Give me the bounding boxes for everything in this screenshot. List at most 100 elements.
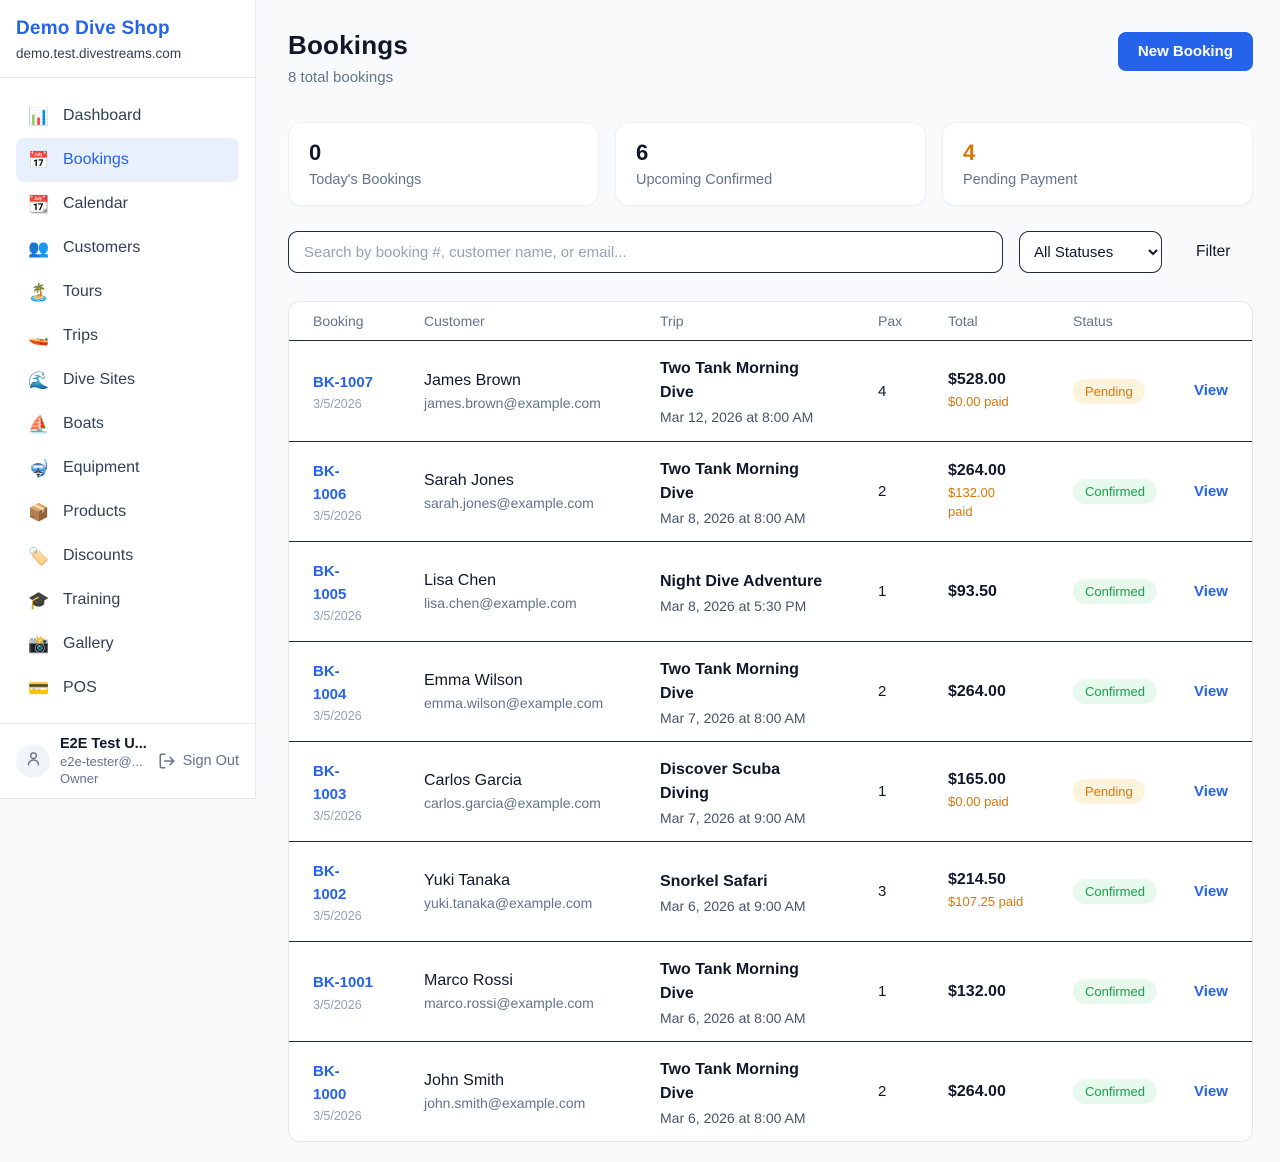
view-link[interactable]: View [1194, 683, 1228, 700]
view-link[interactable]: View [1194, 1083, 1228, 1100]
stat-value: 4 [963, 140, 1232, 166]
trip-name: Two Tank Morning Dive [660, 458, 866, 506]
user-info: E2E Test U... e2e-tester@... Owner [60, 736, 148, 786]
stat-card-todays-bookings: 0 Today's Bookings [288, 122, 599, 206]
total-amount: $264.00 [948, 462, 1065, 480]
sidebar-item-label: Customers [63, 239, 140, 257]
sidebar-item-tours[interactable]: 🏝️ Tours [16, 270, 239, 314]
speedboat-icon: 🚤 [28, 328, 50, 345]
sidebar-item-customers[interactable]: 👥 Customers [16, 226, 239, 270]
sidebar-item-dashboard[interactable]: 📊 Dashboard [16, 94, 239, 138]
trip-name: Two Tank Morning Dive [660, 357, 866, 405]
page-header: Bookings 8 total bookings New Booking [288, 30, 1253, 86]
booking-date: 3/5/2026 [313, 998, 416, 1012]
paid-amount: $0.00 paid [948, 793, 1065, 812]
view-link[interactable]: View [1194, 983, 1228, 1000]
stat-label: Pending Payment [963, 172, 1232, 188]
booking-date: 3/5/2026 [313, 709, 416, 723]
app-root: Demo Dive Shop demo.test.divestreams.com… [0, 0, 1280, 1162]
paid-amount: $132.00 paid [948, 484, 1065, 522]
users-icon: 👥 [28, 240, 50, 257]
tear-off-calendar-icon: 📆 [28, 196, 50, 213]
customer-name: James Brown [424, 372, 648, 390]
package-icon: 📦 [28, 504, 50, 521]
booking-id-link[interactable]: BK- 1002 [313, 860, 346, 907]
stat-value: 6 [636, 140, 905, 166]
total-amount: $528.00 [948, 371, 1065, 389]
paid-amount: $0.00 paid [948, 393, 1065, 412]
view-link[interactable]: View [1194, 583, 1228, 600]
view-link[interactable]: View [1194, 883, 1228, 900]
sidebar-item-bookings[interactable]: 📅 Bookings [16, 138, 239, 182]
booking-date: 3/5/2026 [313, 809, 416, 823]
view-link[interactable]: View [1194, 483, 1228, 500]
sidebar-item-pos[interactable]: 💳 POS [16, 666, 239, 710]
status-badge: Confirmed [1073, 579, 1157, 604]
sidebar-item-calendar[interactable]: 📆 Calendar [16, 182, 239, 226]
trip-datetime: Mar 6, 2026 at 8:00 AM [660, 1110, 866, 1126]
sidebar-item-trips[interactable]: 🚤 Trips [16, 314, 239, 358]
user-name: E2E Test U... [60, 736, 148, 752]
sidebar-item-training[interactable]: 🎓 Training [16, 578, 239, 622]
sign-out-button[interactable]: Sign Out [158, 752, 239, 770]
total-amount: $132.00 [948, 983, 1065, 1001]
customer-name: Lisa Chen [424, 572, 648, 590]
filter-button[interactable]: Filter [1196, 243, 1230, 261]
table-row: BK-1001 3/5/2026 Marco Rossi marco.rossi… [289, 941, 1252, 1041]
column-header-pax: Pax [878, 313, 948, 329]
sidebar-item-products[interactable]: 📦 Products [16, 490, 239, 534]
trip-datetime: Mar 12, 2026 at 8:00 AM [660, 409, 866, 425]
search-input[interactable] [288, 231, 1003, 273]
sidebar-item-discounts[interactable]: 🏷️ Discounts [16, 534, 239, 578]
booking-id-link[interactable]: BK- 1000 [313, 1060, 346, 1107]
page-subtitle: 8 total bookings [288, 69, 408, 86]
sidebar-item-gallery[interactable]: 📸 Gallery [16, 622, 239, 666]
sidebar-item-dive-sites[interactable]: 🌊 Dive Sites [16, 358, 239, 402]
filter-row: All Statuses Filter [288, 231, 1253, 273]
stat-card-upcoming-confirmed: 6 Upcoming Confirmed [615, 122, 926, 206]
booking-date: 3/5/2026 [313, 509, 416, 523]
booking-date: 3/5/2026 [313, 609, 416, 623]
trip-name: Discover Scuba Diving [660, 758, 866, 806]
trip-datetime: Mar 6, 2026 at 8:00 AM [660, 1010, 866, 1026]
pax-count: 1 [878, 583, 948, 600]
main-content: Bookings 8 total bookings New Booking 0 … [256, 0, 1280, 1162]
stat-label: Today's Bookings [309, 172, 578, 188]
sidebar-item-label: Products [63, 503, 126, 521]
customer-email: james.brown@example.com [424, 395, 648, 411]
sidebar-item-boats[interactable]: ⛵ Boats [16, 402, 239, 446]
pax-count: 3 [878, 883, 948, 900]
booking-id-link[interactable]: BK- 1003 [313, 760, 346, 807]
view-link[interactable]: View [1194, 382, 1228, 399]
booking-date: 3/5/2026 [313, 909, 416, 923]
booking-id-link[interactable]: BK- 1004 [313, 660, 346, 707]
booking-id-link[interactable]: BK- 1006 [313, 460, 346, 507]
customer-name: Emma Wilson [424, 672, 648, 690]
booking-id-link[interactable]: BK-1007 [313, 371, 373, 394]
table-row: BK-1007 3/5/2026 James Brown james.brown… [289, 341, 1252, 441]
trip-datetime: Mar 6, 2026 at 9:00 AM [660, 898, 866, 914]
total-amount: $165.00 [948, 771, 1065, 789]
stats-row: 0 Today's Bookings 6 Upcoming Confirmed … [288, 122, 1253, 206]
status-badge: Confirmed [1073, 879, 1157, 904]
new-booking-button[interactable]: New Booking [1118, 32, 1253, 71]
customer-email: yuki.tanaka@example.com [424, 895, 648, 911]
sidebar-item-equipment[interactable]: 🤿 Equipment [16, 446, 239, 490]
table-row: BK- 1002 3/5/2026 Yuki Tanaka yuki.tanak… [289, 841, 1252, 941]
sidebar-item-label: POS [63, 679, 97, 697]
booking-id-link[interactable]: BK-1001 [313, 971, 373, 994]
table-row: BK- 1003 3/5/2026 Carlos Garcia carlos.g… [289, 741, 1252, 841]
customer-email: sarah.jones@example.com [424, 495, 648, 511]
person-icon [25, 750, 42, 772]
tag-icon: 🏷️ [28, 548, 50, 565]
total-amount: $264.00 [948, 683, 1065, 701]
stat-label: Upcoming Confirmed [636, 172, 905, 188]
credit-card-icon: 💳 [28, 680, 50, 697]
view-link[interactable]: View [1194, 783, 1228, 800]
status-filter-select[interactable]: All Statuses [1019, 231, 1162, 273]
table-row: BK- 1005 3/5/2026 Lisa Chen lisa.chen@ex… [289, 541, 1252, 641]
sidebar-item-label: Boats [63, 415, 104, 433]
booking-id-link[interactable]: BK- 1005 [313, 560, 346, 607]
trip-datetime: Mar 8, 2026 at 5:30 PM [660, 598, 866, 614]
customer-email: emma.wilson@example.com [424, 695, 648, 711]
